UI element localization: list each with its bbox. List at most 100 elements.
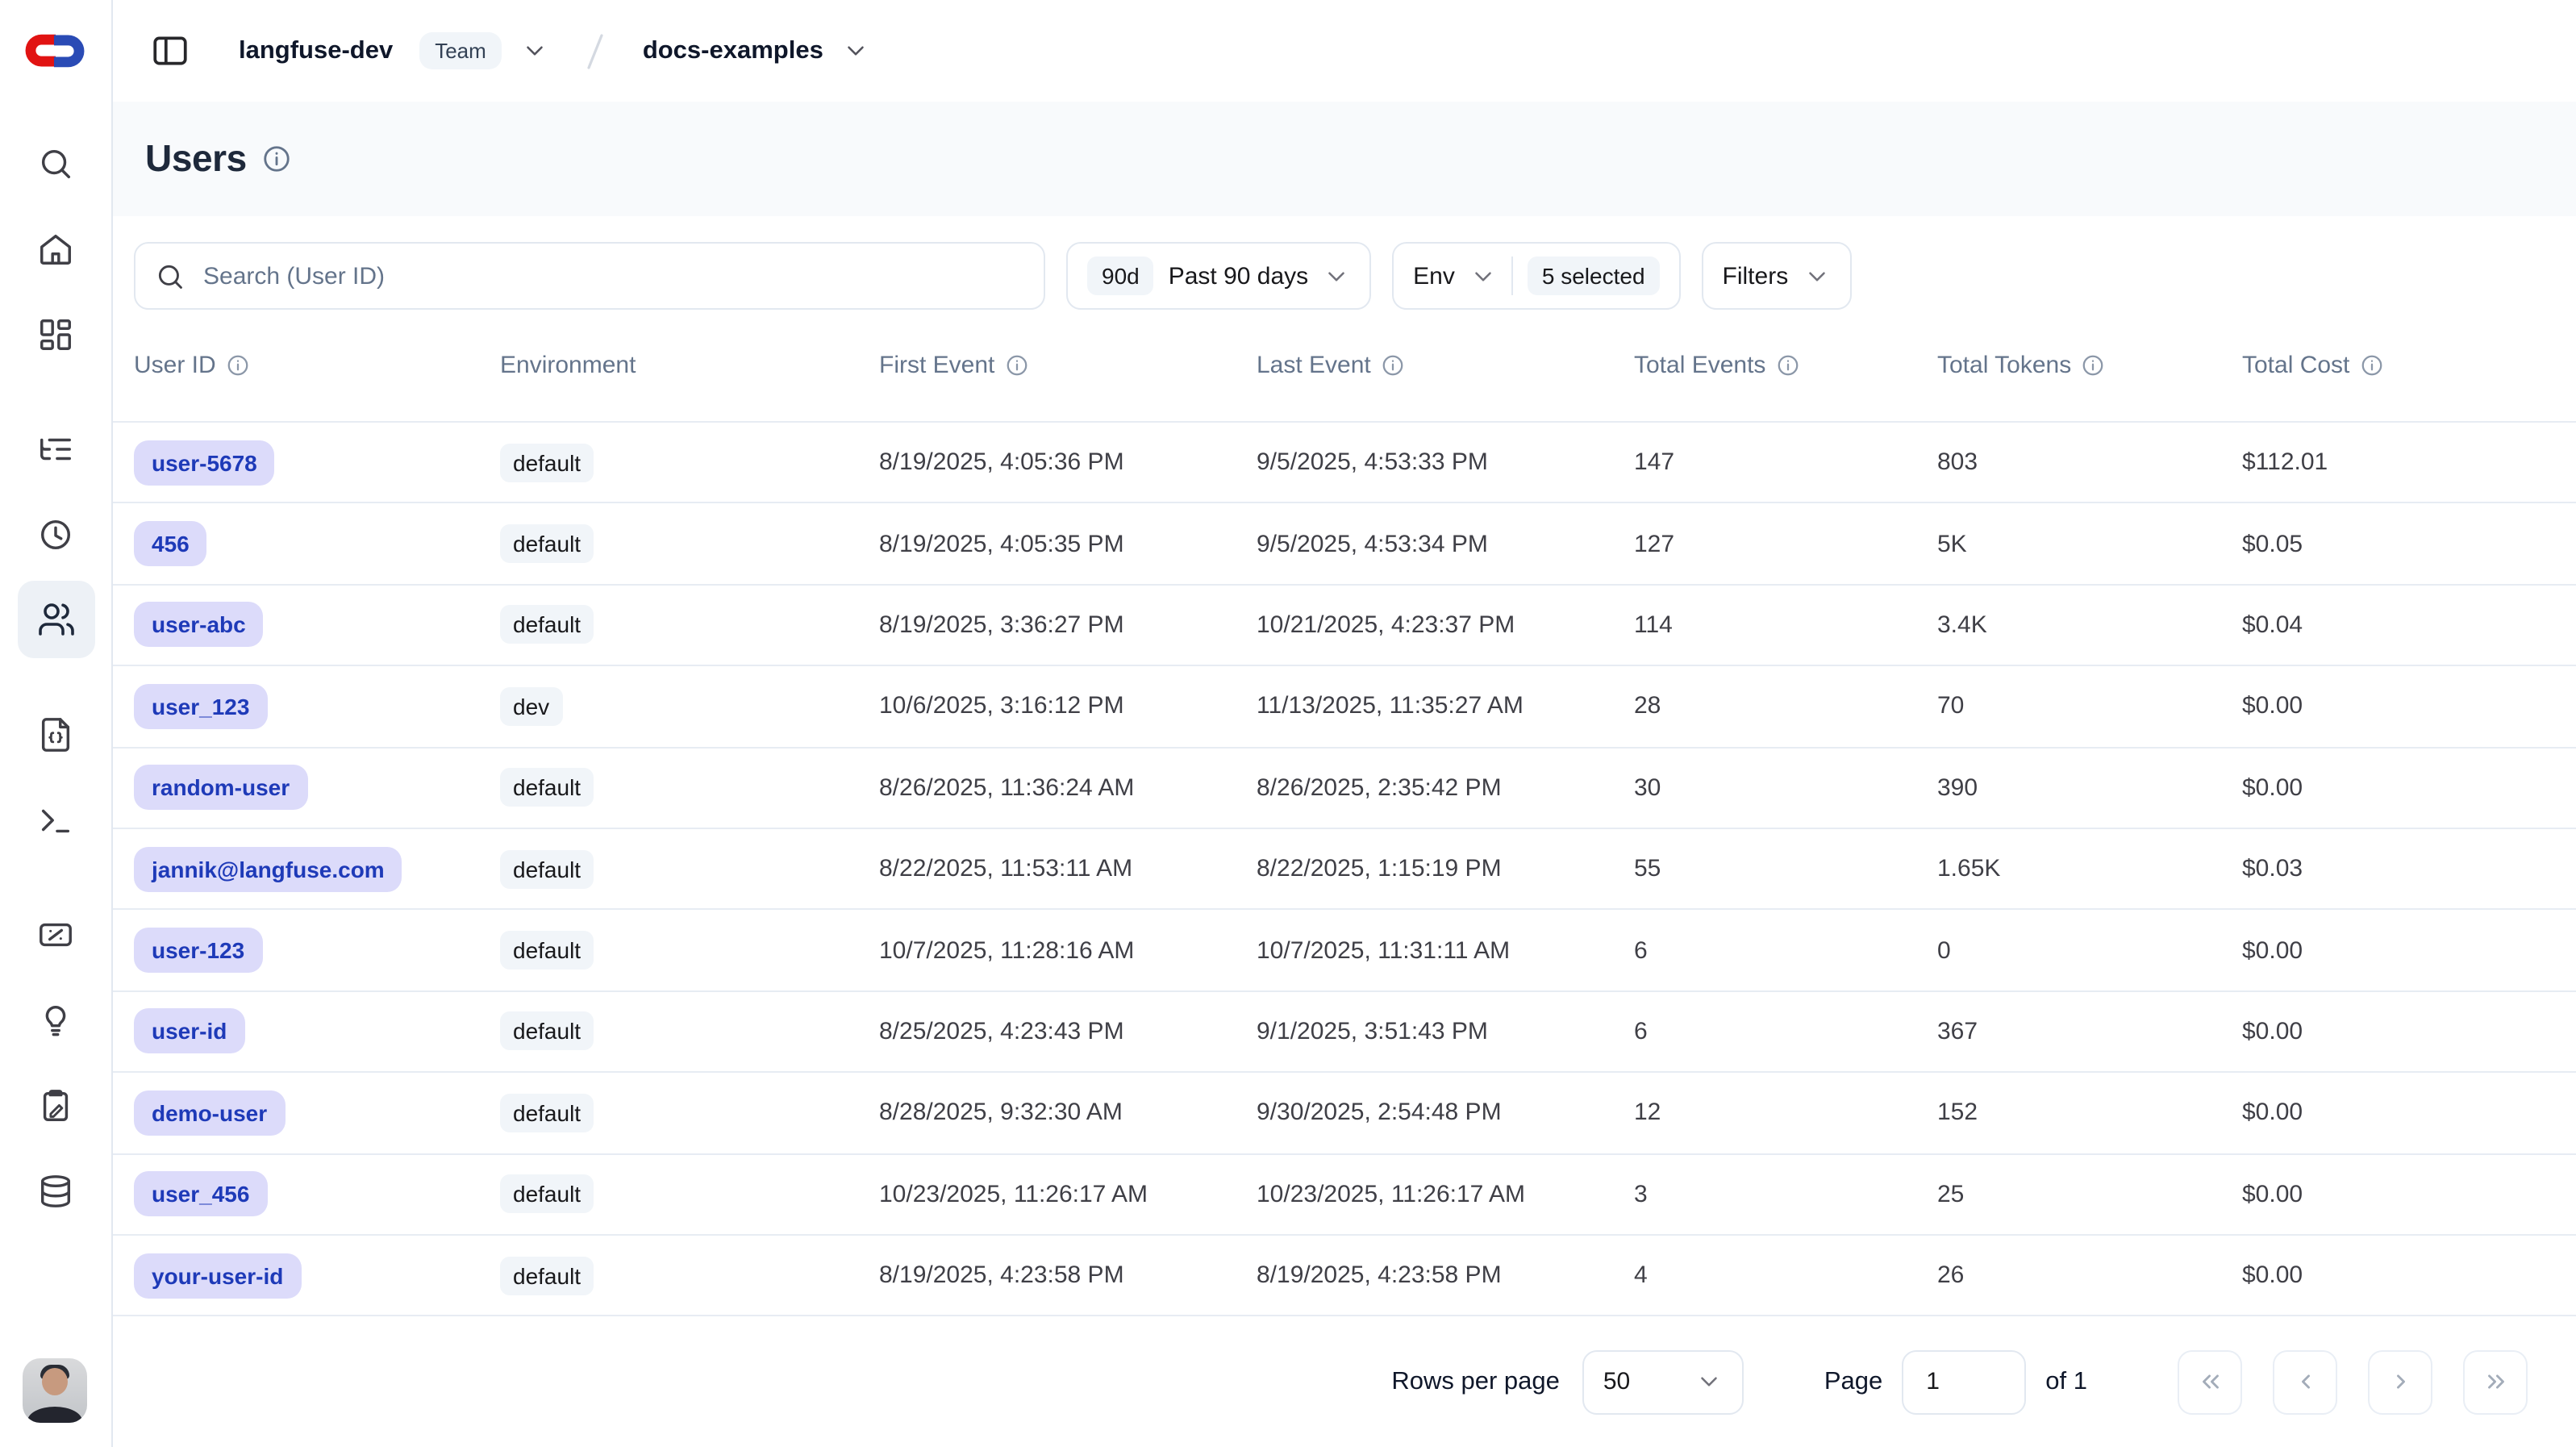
sidebar-item-search[interactable]	[27, 134, 85, 192]
table-row[interactable]: jannik@langfuse.com default 8/22/2025, 1…	[111, 829, 2576, 911]
project-switcher[interactable]	[843, 37, 870, 65]
table-row[interactable]: your-user-id default 8/19/2025, 4:23:58 …	[111, 1236, 2576, 1317]
sidebar-item-scores[interactable]	[27, 905, 85, 963]
table-row[interactable]: user-abc default 8/19/2025, 3:36:27 PM 1…	[111, 586, 2576, 667]
user-id-cell: your-user-id	[134, 1253, 500, 1298]
sidebar-toggle-button[interactable]	[145, 27, 194, 75]
total-tokens-cell: 3.4K	[1937, 611, 2242, 639]
total-cost-cell: $0.04	[2242, 611, 2576, 639]
sidebar-item-dashboards[interactable]	[27, 305, 85, 363]
chevron-left-icon	[2291, 1368, 2319, 1395]
column-header-environment[interactable]: Environment	[500, 352, 879, 379]
env-label: Env	[1413, 262, 1455, 290]
environment-cell: default	[500, 1012, 879, 1051]
environment-cell: default	[500, 1174, 879, 1213]
user-id-link[interactable]: user-id	[134, 1009, 244, 1054]
user-id-link[interactable]: jannik@langfuse.com	[134, 846, 402, 891]
user-id-link[interactable]: random-user	[134, 765, 307, 811]
total-tokens-cell: 70	[1937, 693, 2242, 720]
last-event-cell: 9/5/2025, 4:53:33 PM	[1257, 448, 1634, 476]
first-page-button[interactable]	[2178, 1349, 2242, 1414]
pagination-buttons	[2178, 1349, 2528, 1414]
table-row[interactable]: user-5678 default 8/19/2025, 4:05:36 PM …	[111, 423, 2576, 504]
sidebar-item-users[interactable]	[17, 581, 94, 658]
project-name[interactable]: docs-examples	[643, 36, 823, 65]
info-icon	[2081, 353, 2105, 377]
total-cost-cell: $0.00	[2242, 936, 2576, 964]
sidebar-item-playground[interactable]	[27, 790, 85, 849]
user-avatar[interactable]	[23, 1358, 87, 1423]
sidebar-item-datasets[interactable]	[27, 1161, 85, 1220]
langfuse-logo-icon[interactable]	[21, 27, 89, 74]
environment-badge: default	[500, 1094, 594, 1132]
org-name[interactable]: langfuse-dev	[239, 36, 393, 65]
total-cost-cell: $0.03	[2242, 855, 2576, 882]
table-row[interactable]: user_123 dev 10/6/2025, 3:16:12 PM 11/13…	[111, 666, 2576, 748]
next-page-button[interactable]	[2368, 1349, 2432, 1414]
chevrons-left-icon	[2196, 1368, 2224, 1395]
sidebar-item-home[interactable]	[27, 219, 85, 277]
date-range-button[interactable]: 90d Past 90 days	[1066, 242, 1371, 310]
user-id-link[interactable]: your-user-id	[134, 1253, 301, 1298]
column-header-total-cost[interactable]: Total Cost	[2242, 352, 2576, 379]
column-header-total-tokens[interactable]: Total Tokens	[1937, 352, 2242, 379]
total-tokens-cell: 367	[1937, 1018, 2242, 1045]
total-cost-cell: $0.00	[2242, 1180, 2576, 1207]
table-row[interactable]: user_456 default 10/23/2025, 11:26:17 AM…	[111, 1154, 2576, 1236]
date-range-label: Past 90 days	[1169, 262, 1308, 290]
environment-badge: default	[500, 1012, 594, 1051]
environment-cell: default	[500, 1094, 879, 1132]
search-input[interactable]	[200, 261, 1024, 291]
clock-icon	[37, 515, 74, 553]
total-events-cell: 147	[1634, 448, 1937, 476]
sidebar-item-insights[interactable]	[27, 990, 85, 1049]
user-id-link[interactable]: demo-user	[134, 1090, 285, 1136]
sidebar-item-sessions[interactable]	[27, 505, 85, 563]
filters-button[interactable]: Filters	[1702, 242, 1852, 310]
user-id-link[interactable]: user-5678	[134, 440, 275, 485]
table-row[interactable]: user-id default 8/25/2025, 4:23:43 PM 9/…	[111, 991, 2576, 1073]
chevron-down-icon	[843, 37, 870, 65]
sidebar-item-annotation[interactable]	[27, 1076, 85, 1134]
environment-badge: default	[500, 606, 594, 644]
page-number-input[interactable]	[1902, 1349, 2026, 1414]
user-id-link[interactable]: user_456	[134, 1171, 267, 1216]
info-icon[interactable]	[261, 144, 292, 174]
first-event-cell: 10/7/2025, 11:28:16 AM	[879, 936, 1257, 964]
environment-cell: default	[500, 443, 879, 482]
table-row[interactable]: demo-user default 8/28/2025, 9:32:30 AM …	[111, 1073, 2576, 1154]
last-event-cell: 10/7/2025, 11:31:11 AM	[1257, 936, 1634, 964]
column-header-total-events[interactable]: Total Events	[1634, 352, 1937, 379]
previous-page-button[interactable]	[2273, 1349, 2337, 1414]
column-header-user-id[interactable]: User ID	[134, 352, 500, 379]
sidebar-item-prompts[interactable]	[27, 705, 85, 763]
search-icon	[37, 144, 74, 181]
user-id-link[interactable]: user-123	[134, 928, 262, 973]
table-row[interactable]: user-123 default 10/7/2025, 11:28:16 AM …	[111, 911, 2576, 992]
environment-cell: default	[500, 1256, 879, 1295]
column-header-last-event[interactable]: Last Event	[1257, 352, 1634, 379]
total-cost-cell: $0.05	[2242, 530, 2576, 557]
total-cost-cell: $0.00	[2242, 1018, 2576, 1045]
breadcrumb-separator	[578, 27, 614, 75]
user-id-cell: demo-user	[134, 1090, 500, 1136]
first-event-cell: 8/19/2025, 4:23:58 PM	[879, 1261, 1257, 1289]
environment-filter-button[interactable]: Env 5 selected	[1392, 242, 1680, 310]
page-title: Users	[145, 137, 247, 181]
env-selected-badge: 5 selected	[1528, 256, 1660, 295]
user-id-link[interactable]: user_123	[134, 684, 267, 729]
column-header-first-event[interactable]: First Event	[879, 352, 1257, 379]
rows-per-page-select[interactable]: 50	[1582, 1349, 1744, 1414]
environment-cell: default	[500, 769, 879, 807]
total-events-cell: 6	[1634, 936, 1937, 964]
first-event-cell: 8/19/2025, 4:05:35 PM	[879, 530, 1257, 557]
org-switcher[interactable]	[522, 37, 549, 65]
sidebar-item-tracing[interactable]	[27, 419, 85, 477]
user-id-link[interactable]: 456	[134, 521, 207, 566]
table-row[interactable]: random-user default 8/26/2025, 11:36:24 …	[111, 748, 2576, 829]
last-page-button[interactable]	[2463, 1349, 2528, 1414]
table-row[interactable]: 456 default 8/19/2025, 4:05:35 PM 9/5/20…	[111, 504, 2576, 586]
info-icon	[2359, 353, 2383, 377]
first-event-cell: 8/28/2025, 9:32:30 AM	[879, 1099, 1257, 1127]
user-id-link[interactable]: user-abc	[134, 603, 264, 648]
